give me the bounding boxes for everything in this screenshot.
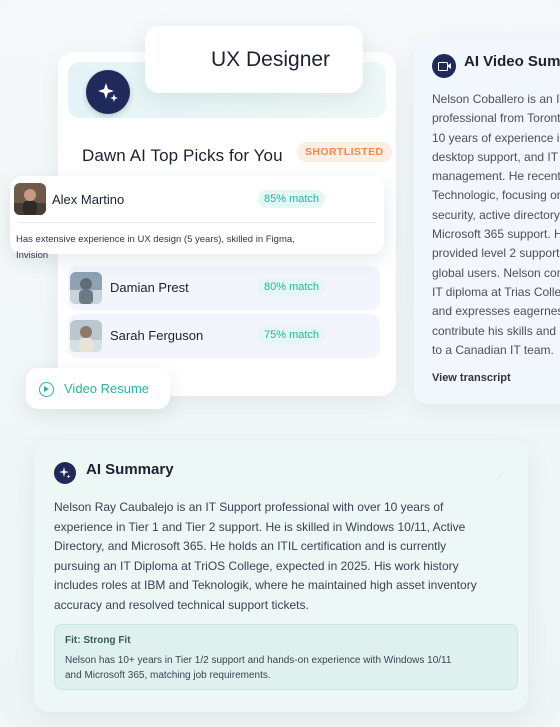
view-transcript-link[interactable]: View transcript <box>432 372 511 384</box>
magic-wand-icon: ⟋ <box>495 470 504 484</box>
divider <box>18 222 376 223</box>
picks-title: Dawn AI Top Picks for You <box>82 146 283 165</box>
video-resume-button[interactable]: Video Resume <box>26 368 170 409</box>
video-summary-text: Nelson Coballero is an IT professional f… <box>432 90 560 360</box>
summary-line: management. He recently <box>432 169 560 184</box>
summary-line: security, active directory <box>432 207 560 222</box>
summary-line: experience in Tier 1 and Tier 2 support.… <box>54 519 466 534</box>
fit-description: Nelson has 10+ years in Tier 1/2 support… <box>65 653 451 683</box>
summary-line: desktop support, and IT <box>432 149 559 164</box>
ai-summary-card: AI Summary ⟋ Nelson Ray Caubalejo is an … <box>34 440 528 712</box>
candidate-photo <box>70 272 102 304</box>
expanded-candidate-card[interactable]: Alex Martino 85% match Has extensive exp… <box>10 176 384 261</box>
summary-line: Microsoft 365 support. He <box>432 227 560 242</box>
summary-line: includes roles at IBM and Teknologik, wh… <box>54 578 477 593</box>
match-badge: 75% match <box>258 326 326 344</box>
summary-line: pursuing an IT Diploma at TriOS College,… <box>54 558 459 573</box>
ai-summary-body: Nelson Ray Caubalejo is an IT Support pr… <box>54 498 477 616</box>
candidate-name: Alex Martino <box>52 192 125 207</box>
play-circle-icon <box>39 382 54 397</box>
summary-line: and expresses eagerness to <box>432 304 560 319</box>
summary-line: accuracy and resolved technical support … <box>54 597 309 612</box>
summary-line: global users. Nelson completed <box>432 265 560 280</box>
match-badge: 80% match <box>258 278 326 296</box>
fit-assessment-box: Fit: Strong Fit Nelson has 10+ years in … <box>54 624 518 690</box>
summary-line: to a Canadian IT team. <box>432 342 554 357</box>
ai-video-summary-card: AI Video Summary Nelson Coballero is an … <box>414 38 560 404</box>
summary-line: Nelson Ray Caubalejo is an IT Support pr… <box>54 500 444 514</box>
summary-line: Directory, and Microsoft 365. He holds a… <box>54 539 447 554</box>
candidate-name: Damian Prest <box>110 280 189 295</box>
fit-line: Nelson has 10+ years in Tier 1/2 support… <box>65 655 452 666</box>
sparkle-icon <box>54 462 76 484</box>
candidate-description: Has extensive experience in UX design (5… <box>16 234 295 261</box>
summary-line: 10 years of experience in <box>432 130 560 145</box>
match-badge: 85% match <box>258 190 326 208</box>
fit-label: Fit: Strong Fit <box>65 635 131 646</box>
shortlisted-badge: SHORTLISTED <box>297 142 392 162</box>
video-resume-label: Video Resume <box>64 381 150 396</box>
fit-line: and Microsoft 365, matching job requirem… <box>65 670 271 681</box>
app-canvas: Dawn AI Top Picks for You SHORTLISTED Da… <box>0 0 560 727</box>
candidate-photo <box>14 183 46 215</box>
summary-line: provided level 2 support to <box>432 246 560 261</box>
candidate-row[interactable]: Sarah Ferguson 75% match <box>68 314 380 358</box>
summary-line: IT diploma at Trias College <box>432 284 560 299</box>
candidate-row[interactable]: Damian Prest 80% match <box>68 266 380 310</box>
video-summary-title: AI Video Summary <box>464 53 560 70</box>
candidate-photo <box>70 320 102 352</box>
candidate-name: Sarah Ferguson <box>110 328 204 343</box>
summary-line: Technologic, focusing on <box>432 188 560 203</box>
ai-summary-title: AI Summary <box>86 461 174 478</box>
summary-line: professional from Toronto <box>432 111 560 126</box>
video-camera-icon <box>432 54 456 78</box>
sparkle-avatar-icon <box>86 70 130 114</box>
summary-line: contribute his skills and <box>432 323 557 338</box>
job-title: UX Designer <box>211 48 331 71</box>
summary-line: Nelson Coballero is an IT <box>432 92 560 106</box>
job-title-bubble: UX Designer <box>145 26 363 93</box>
